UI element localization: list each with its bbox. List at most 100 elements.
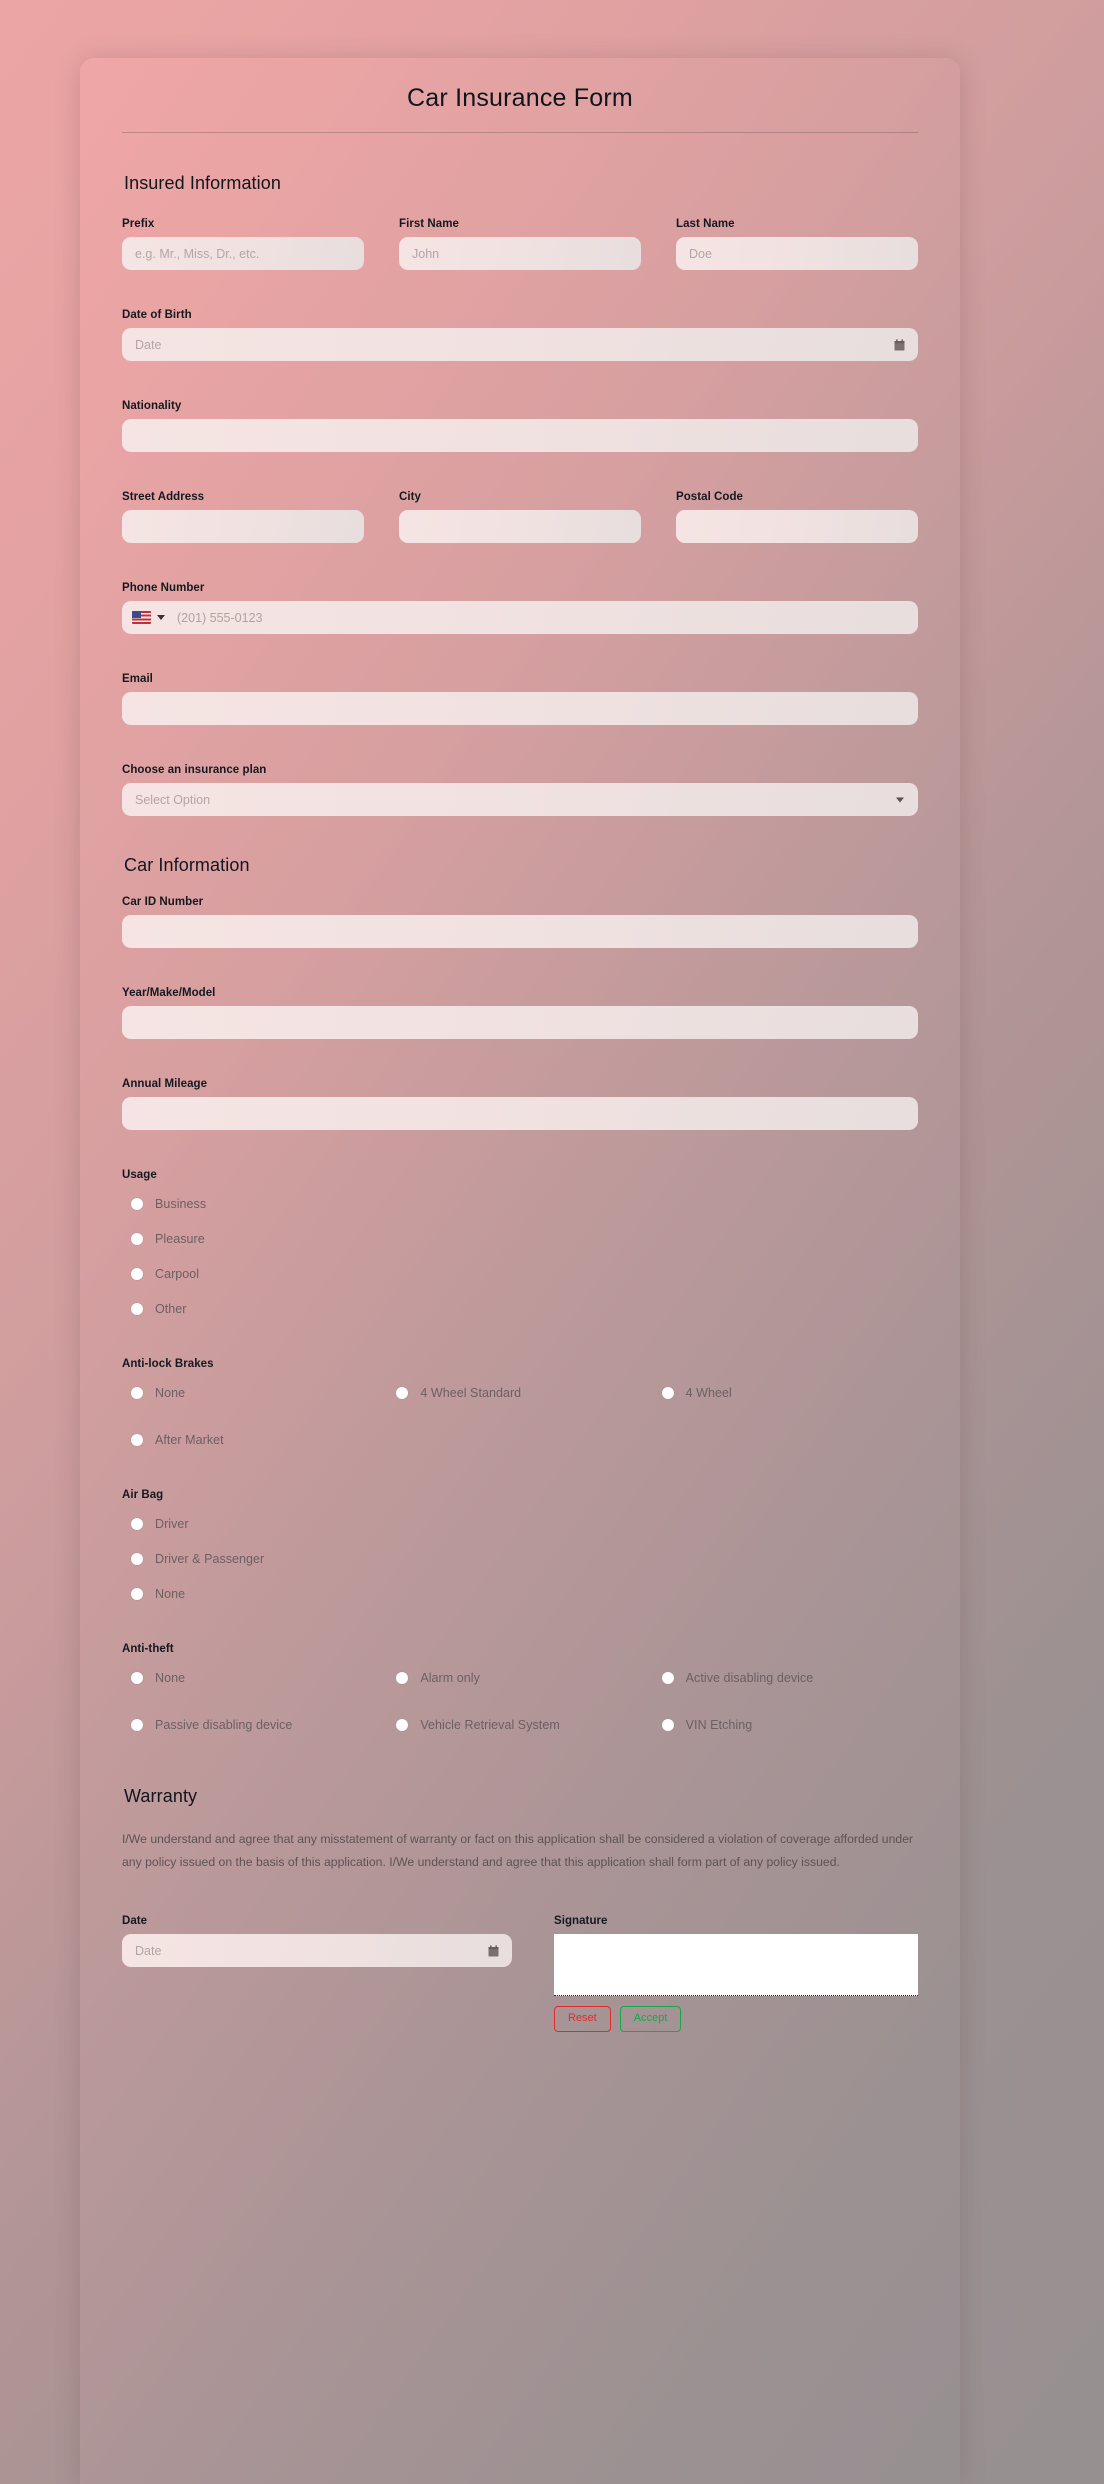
prefix-input[interactable]: e.g. Mr., Miss, Dr., etc.	[122, 237, 364, 270]
signature-reset-button[interactable]: Reset	[554, 2006, 611, 2032]
field-year-make-model: Year/Make/Model	[122, 987, 918, 1039]
label-insurance-plan: Choose an insurance plan	[122, 764, 267, 776]
radio-antitheft-vehicle-retrieval-system[interactable]: Vehicle Retrieval System	[387, 1713, 652, 1736]
phone-number-placeholder: (201) 555-0123	[177, 610, 263, 625]
radio-airbag-driver[interactable]: Driver	[122, 1512, 918, 1535]
calendar-icon[interactable]	[894, 338, 905, 351]
radio-button-icon[interactable]	[131, 1386, 143, 1399]
label-nationality: Nationality	[122, 400, 182, 412]
us-flag-icon[interactable]	[132, 611, 151, 624]
radio-group-antilock-brakes: Anti-lock Brakes None 4 Wheel Standard 4…	[122, 1358, 918, 1451]
radio-label: Carpool	[155, 1266, 200, 1281]
radio-antitheft-vin-etching[interactable]: VIN Etching	[653, 1713, 918, 1736]
radio-label: Active disabling device	[685, 1670, 814, 1685]
name-row: Prefix e.g. Mr., Miss, Dr., etc. First N…	[122, 218, 918, 270]
radio-abs-4-wheel-standard[interactable]: 4 Wheel Standard	[387, 1381, 652, 1404]
radio-antitheft-alarm-only[interactable]: Alarm only	[387, 1666, 652, 1689]
radio-label: None	[155, 1670, 186, 1685]
label-usage: Usage	[122, 1169, 157, 1181]
nationality-input[interactable]	[122, 419, 918, 452]
radio-antitheft-passive-disabling-device[interactable]: Passive disabling device	[122, 1713, 387, 1736]
first-name-input[interactable]: John	[399, 237, 641, 270]
chevron-down-icon[interactable]	[157, 615, 165, 620]
email-input[interactable]	[122, 692, 918, 725]
radio-usage-carpool[interactable]: Carpool	[122, 1262, 918, 1285]
first-name-placeholder: John	[412, 246, 440, 261]
label-phone-number: Phone Number	[122, 582, 205, 594]
field-last-name: Last Name Doe	[676, 218, 918, 270]
signature-canvas[interactable]	[554, 1934, 918, 1997]
radio-label: Business	[155, 1196, 207, 1211]
radio-button-icon[interactable]	[131, 1552, 143, 1565]
label-last-name: Last Name	[676, 218, 735, 230]
field-nationality: Nationality	[122, 400, 918, 452]
radio-antitheft-none[interactable]: None	[122, 1666, 387, 1689]
field-first-name: First Name John	[399, 218, 641, 270]
signature-accept-button[interactable]: Accept	[619, 2006, 682, 2032]
radio-button-icon[interactable]	[661, 1386, 674, 1399]
radio-button-icon[interactable]	[131, 1267, 143, 1280]
radio-label: Pleasure	[155, 1231, 205, 1246]
section-heading-warranty: Warranty	[124, 1786, 198, 1806]
radio-abs-4-wheel[interactable]: 4 Wheel	[653, 1381, 918, 1404]
annual-mileage-input[interactable]	[122, 1097, 918, 1130]
radio-abs-after-market[interactable]: After Market	[122, 1428, 387, 1451]
radio-usage-other[interactable]: Other	[122, 1297, 918, 1320]
radio-label: 4 Wheel	[685, 1385, 732, 1400]
street-address-input[interactable]	[122, 510, 364, 543]
field-prefix: Prefix e.g. Mr., Miss, Dr., etc.	[122, 218, 364, 270]
label-air-bag: Air Bag	[122, 1489, 164, 1501]
last-name-input[interactable]: Doe	[676, 237, 918, 270]
radio-button-icon[interactable]	[131, 1517, 143, 1530]
radio-abs-none[interactable]: None	[122, 1381, 387, 1404]
radio-button-icon[interactable]	[131, 1718, 143, 1731]
radio-button-icon[interactable]	[131, 1302, 143, 1315]
chevron-down-icon[interactable]	[896, 797, 904, 802]
year-make-model-input[interactable]	[122, 1006, 918, 1039]
label-signature: Signature	[554, 1915, 608, 1928]
radio-button-icon[interactable]	[396, 1386, 409, 1399]
field-phone-number: Phone Number (201) 555-0123	[122, 582, 918, 634]
page-title: Car Insurance Form	[407, 84, 633, 112]
radio-airbag-none[interactable]: None	[122, 1582, 918, 1605]
radio-button-icon[interactable]	[131, 1197, 143, 1210]
radio-button-icon[interactable]	[396, 1671, 409, 1684]
radio-label: None	[155, 1385, 186, 1400]
radio-label: After Market	[155, 1432, 224, 1447]
warranty-body-text: I/We understand and agree that any misst…	[122, 1832, 914, 1869]
radio-usage-business[interactable]: Business	[122, 1192, 918, 1215]
radio-label: Other	[155, 1301, 187, 1316]
signoff-date-placeholder: Date	[135, 1943, 162, 1958]
label-car-id-number: Car ID Number	[122, 896, 204, 908]
last-name-placeholder: Doe	[689, 246, 712, 261]
radio-label: 4 Wheel Standard	[420, 1385, 522, 1400]
radio-group-usage: Usage Business Pleasure Carpool Other	[122, 1169, 918, 1320]
insurance-plan-select[interactable]: Select Option	[122, 783, 918, 816]
radio-button-icon[interactable]	[661, 1718, 674, 1731]
field-street-address: Street Address	[122, 491, 364, 543]
label-antilock-brakes: Anti-lock Brakes	[122, 1358, 214, 1370]
radio-label: Driver	[155, 1516, 189, 1531]
radio-antitheft-active-disabling-device[interactable]: Active disabling device	[653, 1666, 918, 1689]
title-divider	[122, 132, 918, 133]
signoff-date-input[interactable]: Date	[122, 1934, 512, 1968]
radio-airbag-driver-and-passenger[interactable]: Driver & Passenger	[122, 1547, 918, 1570]
radio-button-icon[interactable]	[131, 1433, 143, 1446]
section-heading-insured-information: Insured Information	[124, 173, 281, 193]
date-of-birth-input[interactable]: Date	[122, 328, 918, 361]
phone-number-input[interactable]: (201) 555-0123	[122, 601, 918, 634]
radio-button-icon[interactable]	[131, 1671, 143, 1684]
calendar-icon[interactable]	[488, 1944, 499, 1957]
radio-group-air-bag: Air Bag Driver Driver & Passenger None	[122, 1489, 918, 1605]
prefix-placeholder: e.g. Mr., Miss, Dr., etc.	[135, 246, 260, 261]
radio-button-icon[interactable]	[661, 1671, 674, 1684]
car-id-number-input[interactable]	[122, 915, 918, 948]
radio-button-icon[interactable]	[396, 1718, 409, 1731]
radio-usage-pleasure[interactable]: Pleasure	[122, 1227, 918, 1250]
field-city: City	[399, 491, 641, 543]
field-signature: Signature Reset Accept	[554, 1915, 918, 2032]
postal-code-input[interactable]	[676, 510, 918, 543]
city-input[interactable]	[399, 510, 641, 543]
radio-button-icon[interactable]	[131, 1232, 143, 1245]
radio-button-icon[interactable]	[131, 1587, 143, 1600]
